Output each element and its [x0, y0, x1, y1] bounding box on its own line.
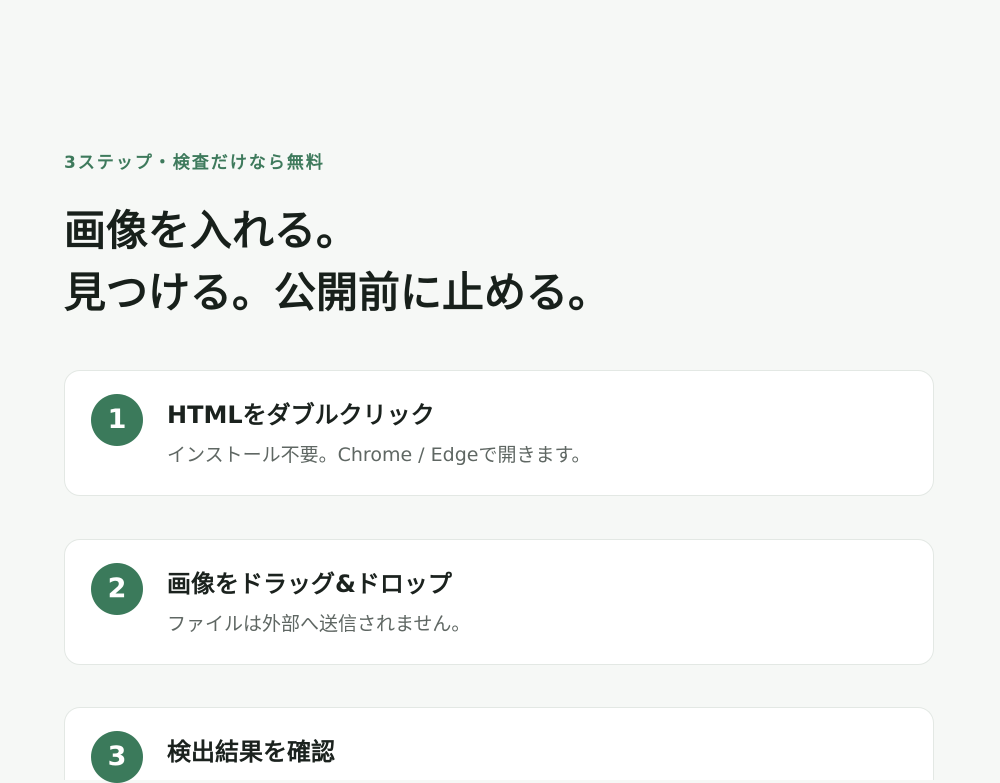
step-description: インストール不要。Chrome / Edgeで開きます。 — [167, 444, 591, 466]
step-number-badge: 1 — [91, 394, 143, 446]
headline-line-2: 見つける。公開前に止める。 — [64, 268, 611, 317]
step-number-badge: 2 — [91, 563, 143, 615]
step-card-2: 2 画像をドラッグ&ドロップ ファイルは外部へ送信されません。 — [64, 539, 934, 665]
step-number-badge: 3 — [91, 731, 143, 783]
step-title: 検出結果を確認 — [167, 738, 335, 766]
step-title: 画像をドラッグ&ドロップ — [167, 570, 452, 598]
step-card-1: 1 HTMLをダブルクリック インストール不要。Chrome / Edgeで開き… — [64, 370, 934, 496]
step-title: HTMLをダブルクリック — [167, 401, 435, 429]
step-card-3: 3 検出結果を確認 — [64, 707, 934, 783]
section-headline: 画像を入れる。 見つける。公開前に止める。 — [64, 200, 610, 324]
step-description: ファイルは外部へ送信されません。 — [167, 613, 471, 635]
section-eyebrow: 3ステップ・検査だけなら無料 — [64, 153, 325, 173]
headline-line-1: 画像を入れる。 — [64, 206, 359, 255]
